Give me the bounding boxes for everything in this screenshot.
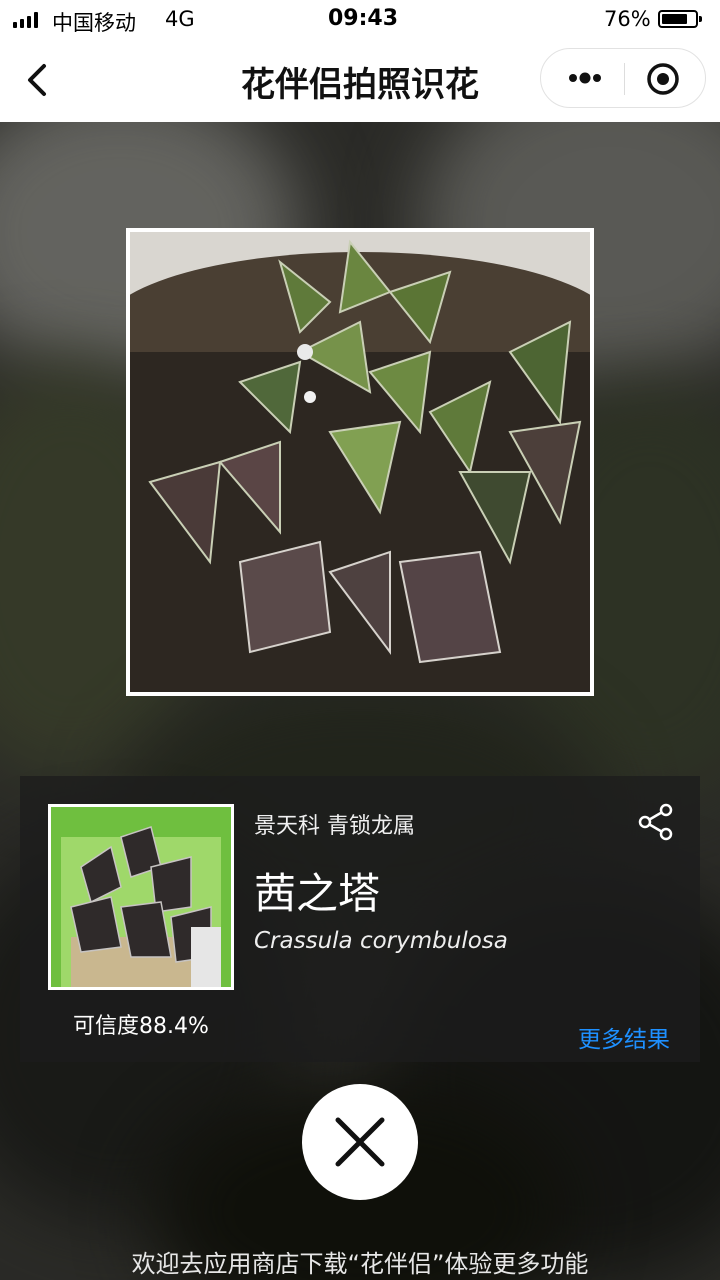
status-bar: 中国移动 4G 09:43 76% bbox=[0, 0, 720, 40]
species-thumbnail[interactable] bbox=[48, 804, 234, 990]
more-results-link[interactable]: 更多结果 bbox=[578, 1020, 670, 1054]
mini-program-capsule bbox=[540, 48, 706, 108]
network-label: 4G bbox=[165, 7, 195, 31]
latin-name: Crassula corymbulosa bbox=[254, 928, 508, 954]
signal-icon bbox=[13, 12, 38, 28]
target-circle-icon[interactable] bbox=[645, 61, 681, 97]
nav-bar: 花伴侣拍照识花 bbox=[0, 40, 720, 122]
confidence-label: 可信度88.4% bbox=[73, 1014, 209, 1039]
battery-percent: 76% bbox=[604, 7, 651, 31]
more-dots-icon[interactable] bbox=[565, 63, 605, 93]
clock: 09:43 bbox=[328, 6, 399, 31]
close-icon bbox=[335, 1117, 385, 1167]
result-panel: 可信度88.4% 景天科 青锁龙属 茜之塔 Crassula corymbulo… bbox=[20, 776, 700, 1062]
battery-icon bbox=[658, 10, 702, 28]
share-icon[interactable] bbox=[636, 802, 676, 842]
carrier-label: 中国移动 bbox=[52, 11, 136, 35]
captured-photo bbox=[126, 228, 594, 696]
capsule-divider bbox=[624, 63, 625, 95]
species-name: 茜之塔 bbox=[254, 869, 381, 918]
download-promo-text: 欢迎去应用商店下载“花伴侣”体验更多功能 bbox=[131, 1250, 589, 1278]
taxonomy-label: 景天科 青锁龙属 bbox=[254, 814, 415, 839]
close-button[interactable] bbox=[302, 1084, 418, 1200]
